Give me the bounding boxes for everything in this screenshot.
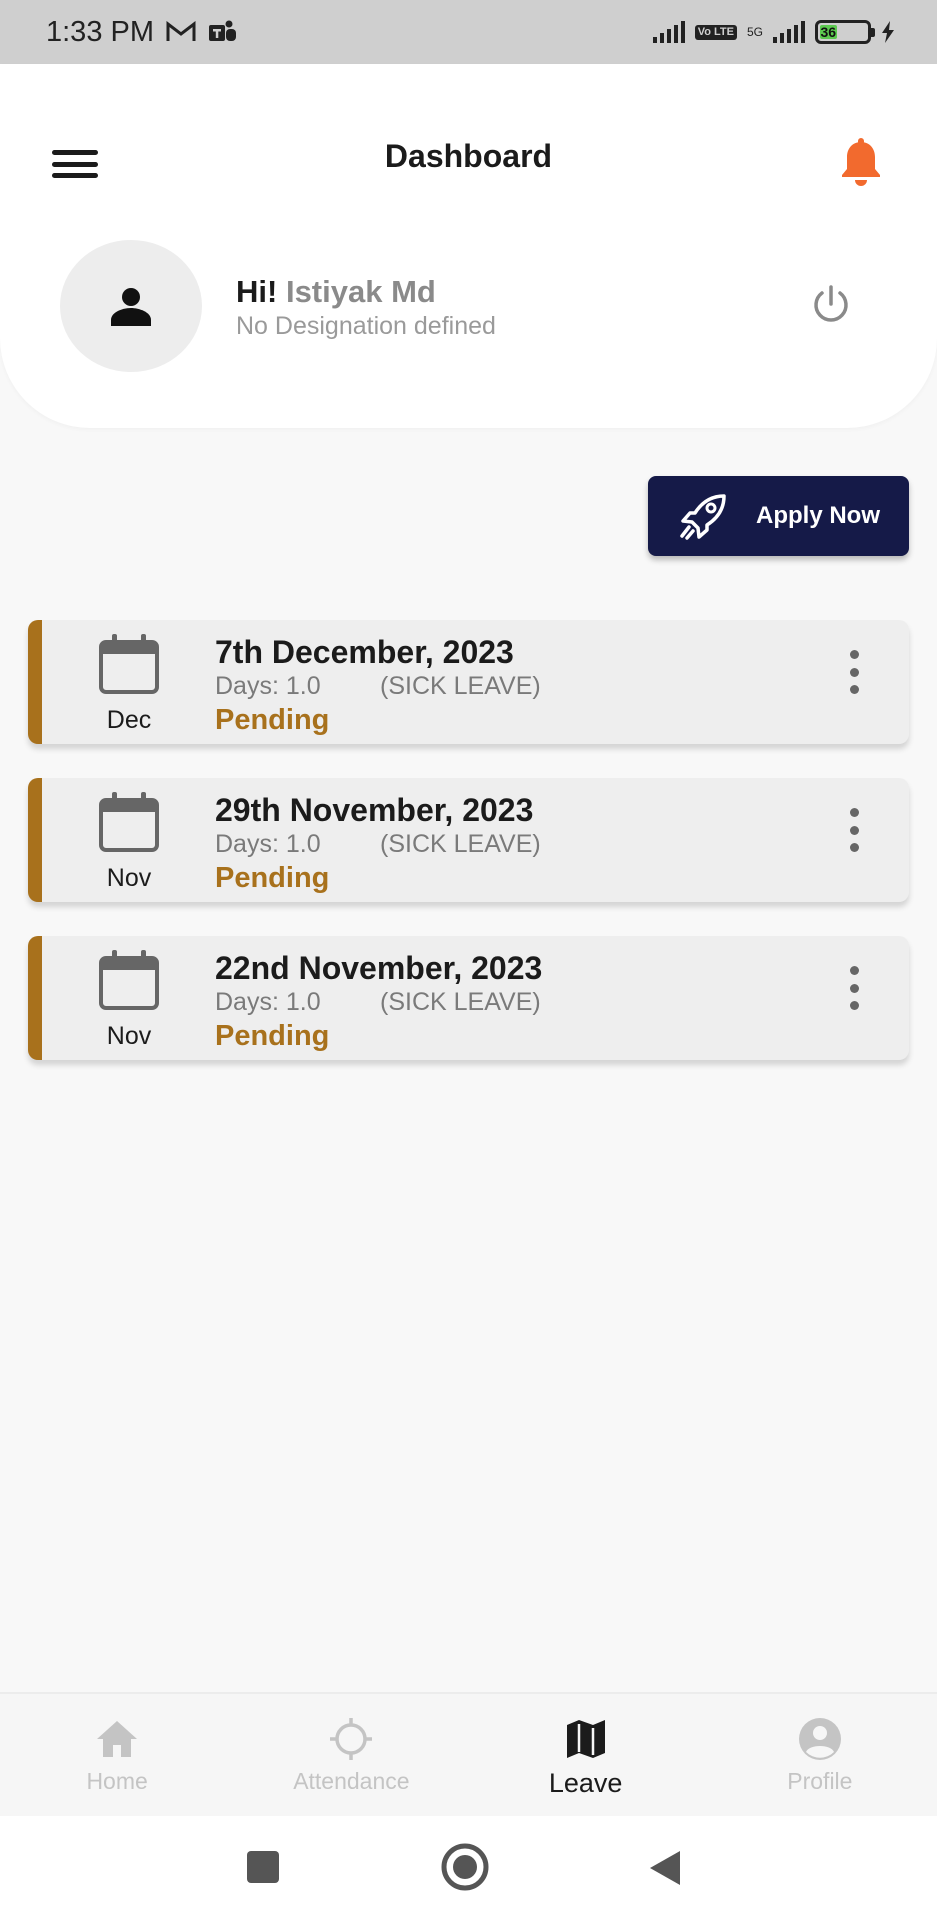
leave-status: Pending: [215, 1020, 330, 1052]
user-name: Istiyak Md: [285, 274, 436, 309]
avatar[interactable]: [60, 240, 202, 372]
greeting-prefix: Hi!: [236, 274, 278, 309]
leave-days: Days: 1.0: [215, 830, 321, 858]
status-time: 1:33 PM: [46, 15, 154, 48]
nav-label-profile: Profile: [787, 1768, 853, 1794]
leave-date: 22nd November, 2023: [215, 950, 543, 986]
status-right: Vo LTE 5G 36: [652, 20, 895, 44]
battery-icon: 36: [815, 20, 875, 44]
calendar-icon: [99, 792, 159, 852]
leave-list: Dec 7th December, 2023 Days: 1.0 (SICK L…: [28, 620, 909, 1094]
rocket-icon: [680, 494, 726, 540]
system-navigation-bar: [0, 1816, 937, 1920]
recents-icon[interactable]: [246, 1850, 280, 1884]
home-icon: [97, 1721, 138, 1757]
nav-item-profile[interactable]: Profile: [703, 1694, 937, 1816]
nav-item-leave[interactable]: Leave: [469, 1694, 703, 1816]
teams-icon: [209, 20, 236, 41]
apply-now-button[interactable]: Apply Now: [648, 476, 909, 556]
leave-type: (SICK LEAVE): [380, 672, 541, 700]
back-icon[interactable]: [648, 1850, 682, 1886]
calendar-icon: [99, 950, 159, 1010]
leave-date: 29th November, 2023: [215, 792, 534, 828]
volte-badge: Vo LTE: [694, 24, 737, 40]
user-greeting: Hi! Istiyak Md: [236, 274, 436, 310]
gmail-icon: [166, 21, 196, 41]
battery-level: 36: [820, 24, 837, 40]
leave-days: Days: 1.0: [215, 988, 321, 1016]
nav-label-attendance: Attendance: [293, 1768, 410, 1794]
nav-item-home[interactable]: Home: [0, 1694, 234, 1816]
status-bar: 1:33 PM Vo LTE 5G 36: [0, 0, 937, 64]
leave-status: Pending: [215, 862, 330, 894]
leave-type: (SICK LEAVE): [380, 830, 541, 858]
map-icon: [566, 1720, 605, 1758]
leave-date: 7th December, 2023: [215, 634, 514, 670]
more-options-icon[interactable]: [847, 966, 861, 1010]
page-title: Dashboard: [384, 138, 553, 174]
crosshair-icon: [330, 1718, 373, 1760]
more-options-icon[interactable]: [847, 808, 861, 852]
leave-days: Days: 1.0: [215, 672, 321, 700]
home-button-icon[interactable]: [440, 1842, 490, 1892]
leave-card[interactable]: Nov 22nd November, 2023 Days: 1.0 (SICK …: [28, 936, 909, 1060]
leave-month: Nov: [106, 1022, 152, 1050]
more-options-icon[interactable]: [847, 650, 861, 694]
apply-now-label: Apply Now: [756, 502, 880, 529]
nav-item-attendance[interactable]: Attendance: [234, 1694, 468, 1816]
power-icon[interactable]: [808, 282, 854, 328]
status-left: 1:33 PM: [46, 16, 238, 49]
leave-type: (SICK LEAVE): [380, 988, 541, 1016]
bottom-navigation: Home Attendance Leave Profile: [0, 1692, 937, 1816]
signal-icon-2: [773, 21, 805, 43]
signal-icon: [652, 21, 685, 43]
network-type: 5G: [746, 25, 763, 39]
user-designation: No Designation defined: [236, 312, 496, 340]
leave-month: Nov: [106, 864, 152, 892]
leave-card[interactable]: Dec 7th December, 2023 Days: 1.0 (SICK L…: [28, 620, 909, 744]
charging-icon: [882, 21, 894, 43]
leave-card[interactable]: Nov 29th November, 2023 Days: 1.0 (SICK …: [28, 778, 909, 902]
person-icon: [111, 288, 151, 326]
account-circle-icon: [798, 1718, 841, 1760]
notification-bell-icon[interactable]: [838, 138, 884, 188]
leave-status: Pending: [215, 704, 330, 736]
header-card: Dashboard Hi! Istiyak Md No Designation …: [0, 64, 937, 428]
calendar-icon: [99, 634, 159, 694]
leave-month: Dec: [106, 706, 152, 734]
nav-label-home: Home: [86, 1768, 148, 1794]
nav-label-leave: Leave: [548, 1768, 623, 1798]
